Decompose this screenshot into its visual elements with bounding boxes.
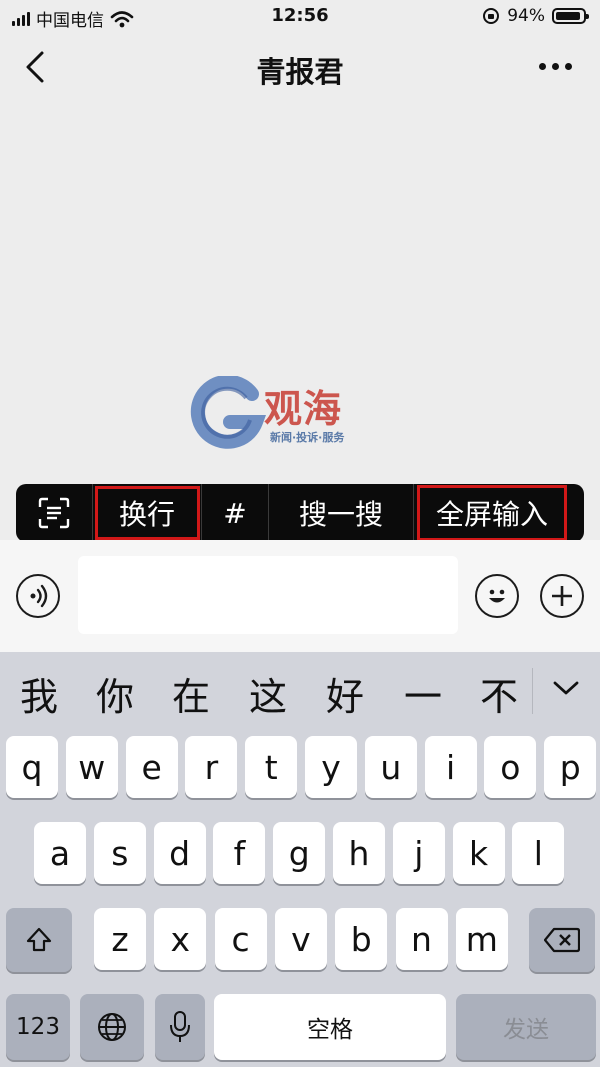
space-key[interactable]: 空格 <box>214 994 446 1060</box>
letter-key[interactable]: m <box>455 908 508 970</box>
globe-icon <box>98 1013 126 1041</box>
battery-fill <box>556 12 580 20</box>
shift-key[interactable] <box>6 908 72 972</box>
letter-key[interactable]: r <box>185 736 238 798</box>
candidate-word[interactable]: 这 <box>249 666 287 721</box>
letter-key[interactable]: y <box>305 736 357 798</box>
voice-icon <box>30 584 48 608</box>
backspace-icon <box>544 927 580 953</box>
keyboard: 我你在这好一不 qwertyuiop asdfghjkl zxcvbnm 123 空… <box>0 652 600 1067</box>
page-title: 青报君 <box>256 55 344 89</box>
backspace-key[interactable] <box>529 908 595 972</box>
scan-text-icon <box>38 497 70 529</box>
battery-percent: 94% <box>507 6 545 26</box>
letter-key[interactable]: h <box>333 822 385 884</box>
emoji-icon <box>489 589 505 603</box>
chat-input-bar <box>0 540 600 652</box>
candidate-divider <box>532 668 533 714</box>
candidate-word[interactable]: 我 <box>20 666 58 721</box>
candidate-word[interactable]: 你 <box>96 666 134 721</box>
letter-key[interactable]: c <box>214 908 267 970</box>
plus-icon <box>552 586 572 606</box>
letter-key[interactable]: s <box>93 822 146 884</box>
candidate-word[interactable]: 在 <box>172 666 210 721</box>
letter-key[interactable]: p <box>544 736 597 798</box>
voice-button[interactable] <box>16 574 60 618</box>
menu-divider <box>413 484 414 542</box>
rotation-lock-icon <box>483 8 500 24</box>
letter-key[interactable]: d <box>153 822 206 884</box>
candidate-bar: 我你在这好一不 <box>0 652 600 730</box>
letter-key[interactable]: v <box>274 908 327 970</box>
candidate-word[interactable]: 不 <box>480 666 518 721</box>
watermark-tagline: 新闻·投诉·服务 <box>270 431 345 444</box>
send-key[interactable]: 发送 <box>456 994 596 1060</box>
scan-text-button[interactable] <box>16 484 92 542</box>
letter-key[interactable]: x <box>154 908 207 970</box>
letter-key[interactable]: l <box>512 822 565 884</box>
watermark-g-icon <box>190 376 267 449</box>
nav-bar: 青报君 <box>0 34 600 98</box>
watermark-logo: 观海 新闻·投诉·服务 <box>188 376 388 452</box>
input-popup-menu: 换行 # 搜一搜 全屏输入 <box>16 484 584 542</box>
letter-key[interactable]: b <box>335 908 388 970</box>
microphone-key[interactable] <box>155 994 205 1060</box>
letter-key[interactable]: z <box>94 908 146 970</box>
letter-key[interactable]: t <box>245 736 298 798</box>
letter-key[interactable]: u <box>364 736 417 798</box>
letter-key[interactable]: e <box>125 736 178 798</box>
globe-key[interactable] <box>80 994 144 1060</box>
letter-key[interactable]: i <box>424 736 477 798</box>
letter-key[interactable]: g <box>273 822 326 884</box>
shift-icon <box>26 927 52 952</box>
microphone-icon <box>170 1011 190 1042</box>
highlight-box <box>95 486 200 540</box>
letter-key[interactable]: n <box>395 908 448 970</box>
letter-key[interactable]: a <box>34 822 86 884</box>
menu-hashtag-button[interactable]: # <box>202 484 268 542</box>
battery-icon <box>552 8 589 24</box>
numbers-key[interactable]: 123 <box>6 994 70 1060</box>
highlight-box <box>417 485 567 541</box>
candidate-word[interactable]: 一 <box>404 666 442 721</box>
watermark-brand: 观海 <box>264 386 343 431</box>
menu-search-button[interactable]: 搜一搜 <box>269 484 413 542</box>
candidate-word[interactable]: 好 <box>326 666 364 721</box>
letter-key[interactable]: f <box>213 822 266 884</box>
more-icon[interactable] <box>539 63 572 70</box>
status-bar: 中国电信 12:56 94% <box>0 0 600 34</box>
message-input[interactable] <box>78 556 458 634</box>
letter-key[interactable]: w <box>65 736 118 798</box>
letter-key[interactable]: q <box>6 736 58 798</box>
status-right: 94% <box>482 6 589 26</box>
expand-candidates-chevron-icon[interactable] <box>551 678 581 698</box>
letter-key[interactable]: k <box>452 822 505 884</box>
letter-key[interactable]: o <box>484 736 537 798</box>
add-button[interactable] <box>540 574 584 618</box>
emoji-button[interactable] <box>475 574 519 618</box>
letter-key[interactable]: j <box>392 822 445 884</box>
